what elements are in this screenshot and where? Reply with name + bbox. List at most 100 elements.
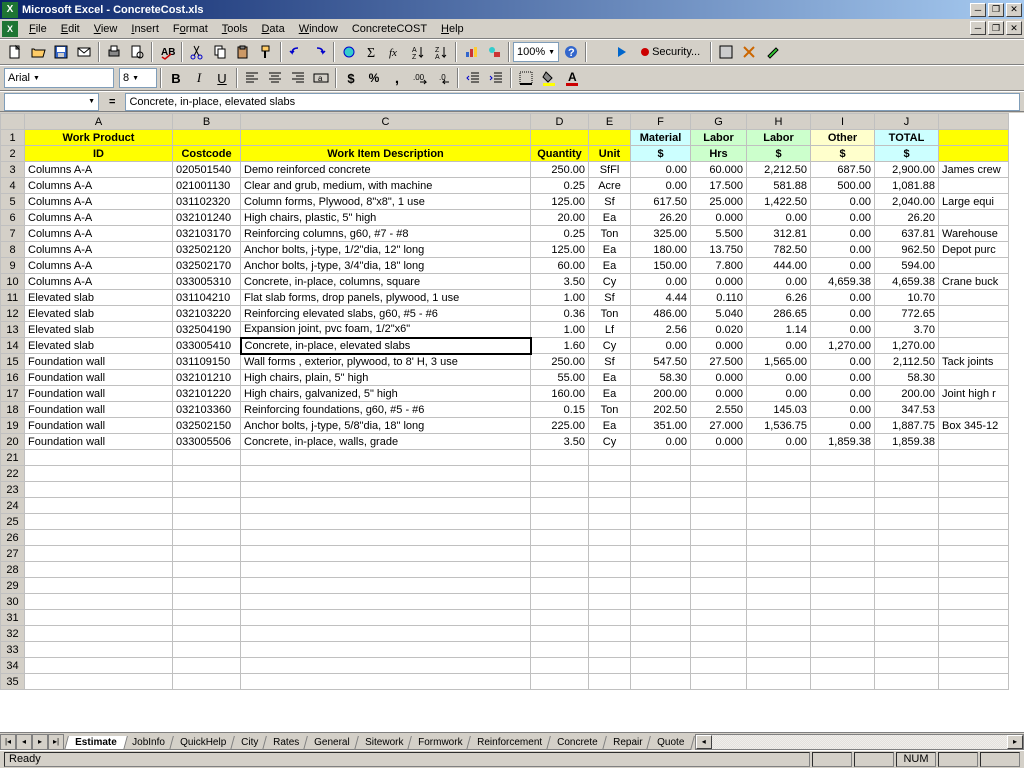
cell[interactable]: 0.000 <box>691 274 747 290</box>
cell[interactable] <box>939 338 1009 354</box>
scroll-right-button[interactable]: ▸ <box>1007 735 1023 749</box>
cell[interactable]: 0.00 <box>811 386 875 402</box>
cell[interactable] <box>241 610 531 626</box>
cell[interactable]: 033005506 <box>173 434 241 450</box>
cell[interactable]: 032103170 <box>173 226 241 242</box>
cell[interactable]: 2,040.00 <box>875 194 939 210</box>
cell[interactable]: 325.00 <box>631 226 691 242</box>
cell[interactable] <box>939 258 1009 274</box>
cell[interactable]: 0.000 <box>691 210 747 226</box>
cell[interactable]: James crew <box>939 162 1009 178</box>
cell[interactable] <box>589 674 631 690</box>
cell[interactable]: 032504190 <box>173 322 241 338</box>
cell[interactable]: 0.000 <box>691 338 747 354</box>
cell[interactable] <box>811 610 875 626</box>
cell[interactable] <box>25 642 173 658</box>
cell[interactable]: 0.00 <box>811 210 875 226</box>
cell[interactable] <box>25 450 173 466</box>
cell[interactable]: 032502120 <box>173 242 241 258</box>
cell[interactable] <box>631 562 691 578</box>
cell[interactable] <box>811 674 875 690</box>
cell[interactable] <box>589 514 631 530</box>
cell[interactable]: 27.000 <box>691 418 747 434</box>
cell[interactable] <box>939 626 1009 642</box>
cell[interactable]: 032502150 <box>173 418 241 434</box>
cell[interactable] <box>631 546 691 562</box>
row-header-20[interactable]: 20 <box>1 434 25 450</box>
cell[interactable] <box>531 514 589 530</box>
cell[interactable] <box>589 130 631 146</box>
cell[interactable] <box>173 546 241 562</box>
cell[interactable]: 27.500 <box>691 354 747 370</box>
cell[interactable]: Ea <box>589 242 631 258</box>
cell[interactable]: Anchor bolts, j-type, 1/2"dia, 12" long <box>241 242 531 258</box>
cell[interactable] <box>25 610 173 626</box>
cell[interactable] <box>589 658 631 674</box>
cell[interactable]: 5.040 <box>691 306 747 322</box>
cell[interactable]: 4,659.38 <box>811 274 875 290</box>
cell[interactable]: 031104210 <box>173 290 241 306</box>
cell[interactable]: Columns A-A <box>25 194 173 210</box>
cell[interactable] <box>939 450 1009 466</box>
function-button[interactable]: fx <box>384 41 406 63</box>
menu-file[interactable]: File <box>22 21 54 37</box>
cell[interactable]: 0.00 <box>631 274 691 290</box>
print-preview-button[interactable] <box>126 41 148 63</box>
cell[interactable]: 031109150 <box>173 354 241 370</box>
row-header-18[interactable]: 18 <box>1 402 25 418</box>
borders-button[interactable] <box>515 67 537 89</box>
cell[interactable]: 0.00 <box>811 194 875 210</box>
cell[interactable] <box>531 482 589 498</box>
cell[interactable] <box>939 402 1009 418</box>
cell[interactable]: 3.50 <box>531 274 589 290</box>
cell[interactable] <box>811 594 875 610</box>
cell[interactable] <box>241 514 531 530</box>
chart-button[interactable] <box>460 41 482 63</box>
increase-decimal-button[interactable]: .00 <box>409 67 431 89</box>
cell[interactable]: 1,081.88 <box>875 178 939 194</box>
sheet-tab-reinforcement[interactable]: Reinforcement <box>467 736 554 750</box>
row-header-1[interactable]: 1 <box>1 130 25 146</box>
cell[interactable]: Large equi <box>939 194 1009 210</box>
cell[interactable] <box>241 498 531 514</box>
cell[interactable]: Lf <box>589 322 631 338</box>
cell[interactable] <box>631 594 691 610</box>
cell[interactable]: 26.20 <box>631 210 691 226</box>
cell[interactable] <box>589 610 631 626</box>
cell[interactable] <box>811 482 875 498</box>
cell[interactable]: Clear and grub, medium, with machine <box>241 178 531 194</box>
cell[interactable] <box>939 434 1009 450</box>
cell[interactable]: 1.14 <box>747 322 811 338</box>
cell[interactable] <box>691 466 747 482</box>
cell[interactable]: Foundation wall <box>25 354 173 370</box>
cell[interactable]: Joint high r <box>939 386 1009 402</box>
select-all-corner[interactable] <box>1 114 25 130</box>
cell[interactable]: 58.30 <box>631 370 691 386</box>
cell[interactable] <box>875 642 939 658</box>
cell[interactable]: TOTAL <box>875 130 939 146</box>
cell[interactable]: 031102320 <box>173 194 241 210</box>
fill-color-button[interactable] <box>538 67 560 89</box>
cell[interactable]: 500.00 <box>811 178 875 194</box>
menu-tools[interactable]: Tools <box>215 21 255 37</box>
cell[interactable] <box>241 130 531 146</box>
cell[interactable]: $ <box>747 146 811 162</box>
col-header-E[interactable]: E <box>589 114 631 130</box>
cell[interactable]: 0.25 <box>531 178 589 194</box>
cell[interactable] <box>939 466 1009 482</box>
cell[interactable] <box>173 482 241 498</box>
row-header-4[interactable]: 4 <box>1 178 25 194</box>
cell[interactable] <box>875 674 939 690</box>
cell[interactable] <box>875 466 939 482</box>
cell[interactable] <box>875 514 939 530</box>
cell[interactable]: Quantity <box>531 146 589 162</box>
row-header-12[interactable]: 12 <box>1 306 25 322</box>
cell[interactable]: 0.25 <box>531 226 589 242</box>
cell[interactable]: 0.110 <box>691 290 747 306</box>
cell[interactable] <box>531 658 589 674</box>
cell[interactable]: Reinforcing columns, g60, #7 - #8 <box>241 226 531 242</box>
cell[interactable]: Work Item Description <box>241 146 531 162</box>
cell[interactable] <box>241 450 531 466</box>
cell[interactable]: Elevated slab <box>25 322 173 338</box>
cell[interactable] <box>939 562 1009 578</box>
